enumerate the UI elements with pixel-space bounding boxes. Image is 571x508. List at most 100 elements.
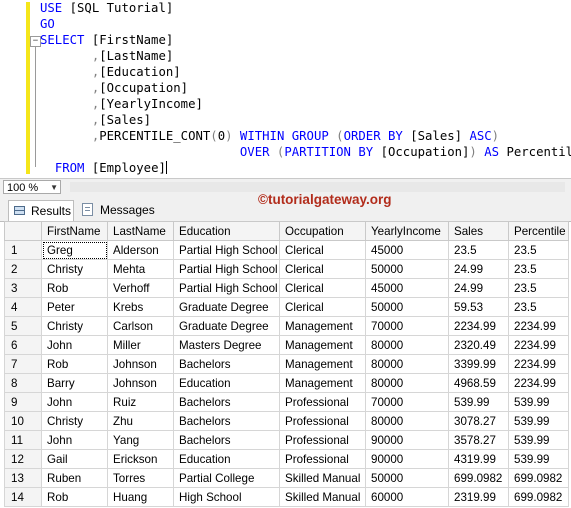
results-grid[interactable]: FirstName LastName Education Occupation … [4,221,569,507]
cell-yearlyincome[interactable]: 50000 [365,468,449,488]
cell-sales[interactable]: 699.0982 [448,468,509,488]
code-line[interactable]: ,[LastName] [40,48,571,64]
cell-sales[interactable]: 4968.59 [448,373,509,393]
cell-lastname[interactable]: Ruiz [107,392,174,412]
cell-occupation[interactable]: Skilled Manual [279,487,366,507]
cell-sales[interactable]: 3078.27 [448,411,509,431]
cell-yearlyincome[interactable]: 70000 [365,316,449,336]
cell-firstname[interactable]: Rob [41,278,108,298]
table-row[interactable]: 13 Ruben Torres Partial College Skilled Manu… [4,468,569,488]
cell-sales[interactable]: 23.5 [448,240,509,260]
cell-education[interactable]: Partial High School [173,240,280,260]
cell-occupation[interactable]: Management [279,316,366,336]
cell-percentile[interactable]: 2234.99 [508,354,569,374]
column-header-yearlyincome[interactable]: YearlyIncome [365,221,449,241]
cell-education[interactable]: Bachelors [173,354,280,374]
cell-yearlyincome[interactable]: 70000 [365,392,449,412]
table-row[interactable]: 12 Gail Erickson Education Professional 90000… [4,449,569,469]
sql-code[interactable]: USE [SQL Tutorial] GO SELECT [FirstName] ,… [40,0,571,176]
table-row[interactable]: 7 Rob Johnson Bachelors Management 80000 3399.… [4,354,569,374]
code-line[interactable]: GO [40,16,571,32]
cell-education[interactable]: Graduate Degree [173,316,280,336]
cell-row-number[interactable]: 2 [4,259,42,279]
cell-row-number[interactable]: 7 [4,354,42,374]
code-line[interactable]: ,[Occupation] [40,80,571,96]
table-row[interactable]: 2 Christy Mehta Partial High School Clerical… [4,259,569,279]
cell-occupation[interactable]: Clerical [279,297,366,317]
cell-occupation[interactable]: Professional [279,449,366,469]
cell-percentile[interactable]: 699.0982 [508,468,569,488]
code-line[interactable]: FROM [Employee] [40,160,571,176]
cell-education[interactable]: Masters Degree [173,335,280,355]
table-row[interactable]: 4 Peter Krebs Graduate Degree Clerical 50000 5… [4,297,569,317]
cell-sales[interactable]: 2234.99 [448,316,509,336]
cell-row-number[interactable]: 4 [4,297,42,317]
table-row[interactable]: 5 Christy Carlson Graduate Degree Management… [4,316,569,336]
column-header-education[interactable]: Education [173,221,280,241]
cell-education[interactable]: Bachelors [173,430,280,450]
cell-occupation[interactable]: Clerical [279,240,366,260]
tab-messages[interactable]: Messages [78,200,156,221]
table-row[interactable]: 14 Rob Huang High School Skilled Manual 60000… [4,487,569,507]
code-line[interactable]: ,PERCENTILE_CONT(0) WITHIN GROUP (ORDER … [40,128,571,144]
column-header-percentile[interactable]: Percentile [508,221,569,241]
code-line[interactable]: SELECT [FirstName] [40,32,571,48]
cell-lastname[interactable]: Mehta [107,259,174,279]
cell-percentile[interactable]: 23.5 [508,297,569,317]
cell-sales[interactable]: 3578.27 [448,430,509,450]
cell-percentile[interactable]: 539.99 [508,411,569,431]
cell-occupation[interactable]: Clerical [279,259,366,279]
cell-occupation[interactable]: Management [279,373,366,393]
cell-firstname[interactable]: Greg [41,240,108,260]
cell-sales[interactable]: 24.99 [448,259,509,279]
cell-firstname[interactable]: John [41,392,108,412]
cell-yearlyincome[interactable]: 80000 [365,373,449,393]
table-row[interactable]: 8 Barry Johnson Education Management 80000 496… [4,373,569,393]
cell-firstname[interactable]: Christy [41,259,108,279]
cell-percentile[interactable]: 2234.99 [508,316,569,336]
cell-percentile[interactable]: 23.5 [508,259,569,279]
horizontal-scrollbar[interactable] [70,182,565,192]
cell-sales[interactable]: 539.99 [448,392,509,412]
cell-education[interactable]: Partial High School [173,278,280,298]
cell-occupation[interactable]: Management [279,354,366,374]
cell-education[interactable]: Bachelors [173,411,280,431]
tab-results[interactable]: Results [8,200,74,221]
cell-sales[interactable]: 24.99 [448,278,509,298]
cell-percentile[interactable]: 23.5 [508,278,569,298]
code-line[interactable]: ,[Sales] [40,112,571,128]
cell-lastname[interactable]: Alderson [107,240,174,260]
column-header-sales[interactable]: Sales [448,221,509,241]
cell-percentile[interactable]: 539.99 [508,430,569,450]
cell-yearlyincome[interactable]: 80000 [365,354,449,374]
cell-firstname[interactable]: Barry [41,373,108,393]
zoom-select[interactable]: 100 % ▼ [3,180,61,194]
cell-percentile[interactable]: 539.99 [508,392,569,412]
cell-education[interactable]: Partial High School [173,259,280,279]
cell-row-number[interactable]: 10 [4,411,42,431]
cell-yearlyincome[interactable]: 50000 [365,259,449,279]
table-row[interactable]: 6 John Miller Masters Degree Management 80000… [4,335,569,355]
cell-row-number[interactable]: 1 [4,240,42,260]
chevron-down-icon[interactable]: ▼ [50,181,58,195]
cell-yearlyincome[interactable]: 80000 [365,335,449,355]
cell-yearlyincome[interactable]: 90000 [365,449,449,469]
cell-lastname[interactable]: Carlson [107,316,174,336]
cell-row-number[interactable]: 8 [4,373,42,393]
cell-firstname[interactable]: Rob [41,487,108,507]
table-row[interactable]: 3 Rob Verhoff Partial High School Clerical 45… [4,278,569,298]
cell-occupation[interactable]: Professional [279,392,366,412]
cell-row-number[interactable]: 13 [4,468,42,488]
grid-corner[interactable] [4,221,42,241]
cell-occupation[interactable]: Professional [279,411,366,431]
cell-row-number[interactable]: 3 [4,278,42,298]
cell-yearlyincome[interactable]: 60000 [365,487,449,507]
cell-sales[interactable]: 59.53 [448,297,509,317]
table-row[interactable]: 10 Christy Zhu Bachelors Professional 80000 30… [4,411,569,431]
cell-education[interactable]: Education [173,373,280,393]
cell-lastname[interactable]: Miller [107,335,174,355]
cell-lastname[interactable]: Yang [107,430,174,450]
column-header-firstname[interactable]: FirstName [41,221,108,241]
cell-yearlyincome[interactable]: 90000 [365,430,449,450]
table-row[interactable]: 9 John Ruiz Bachelors Professional 70000 539.9… [4,392,569,412]
